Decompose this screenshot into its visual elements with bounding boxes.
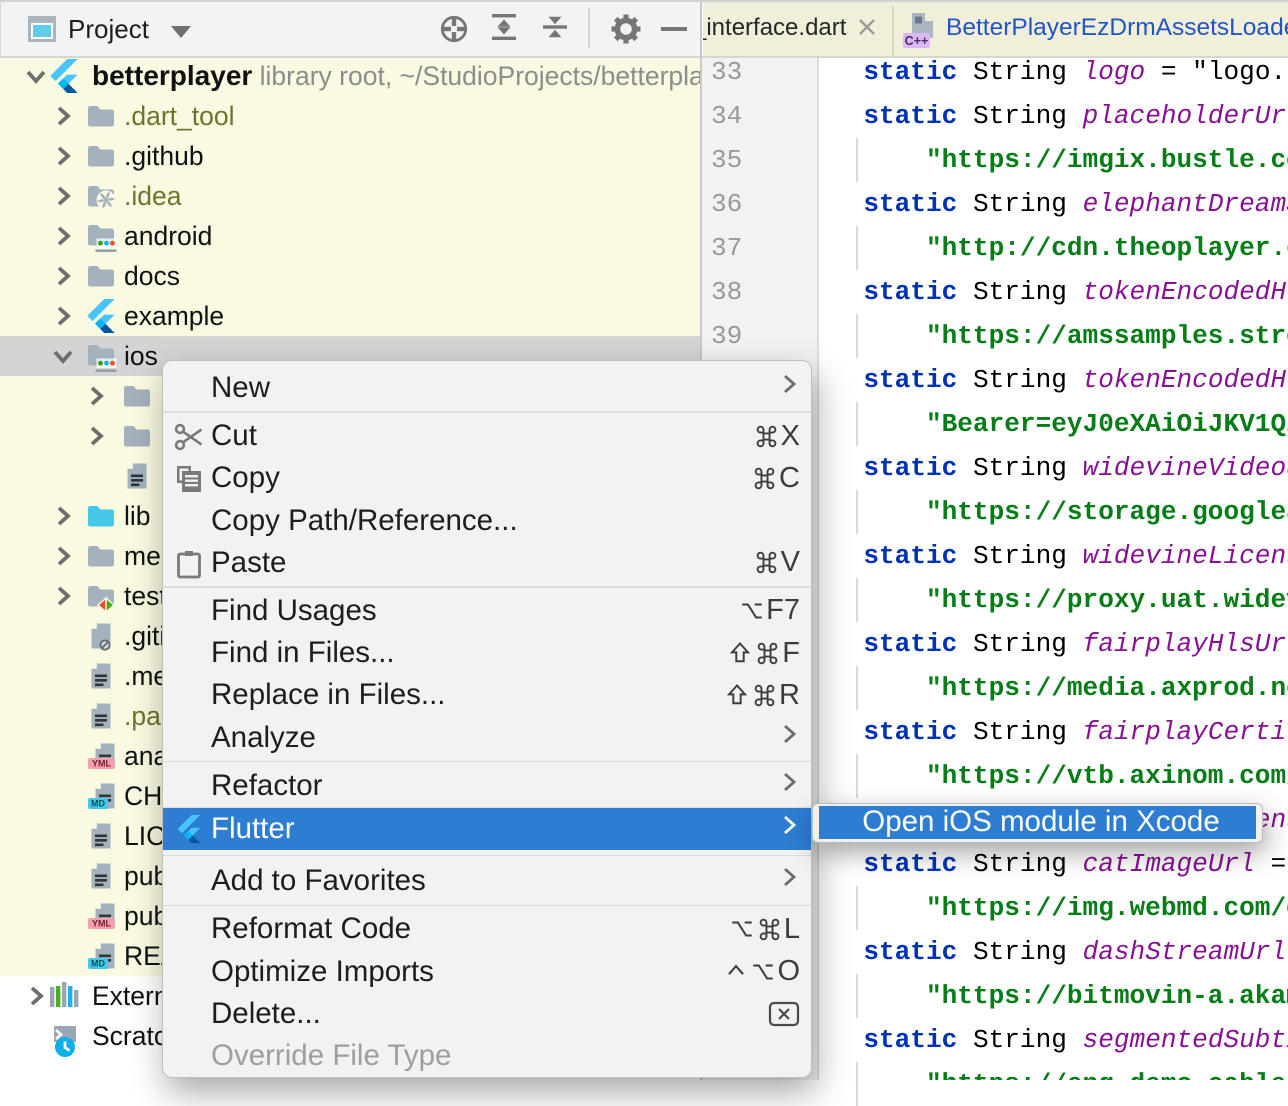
svg-text:C++: C++	[905, 34, 929, 48]
svg-text:YML: YML	[92, 759, 112, 769]
svg-text:YML: YML	[92, 919, 112, 929]
svg-text:MD: MD	[91, 799, 105, 809]
svg-text:MD: MD	[91, 959, 105, 969]
